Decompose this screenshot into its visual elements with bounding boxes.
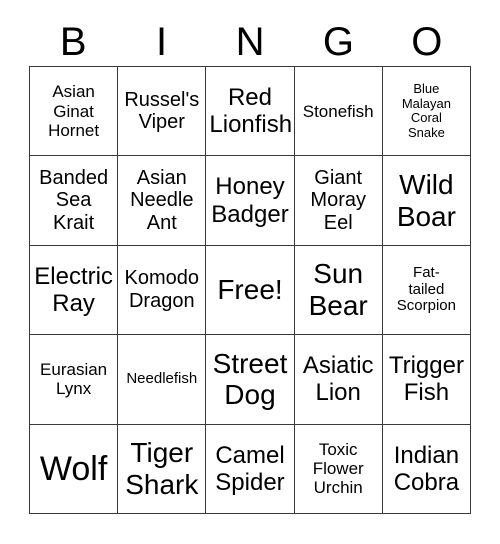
bingo-cell[interactable]: Eurasian Lynx xyxy=(30,335,119,425)
bingo-cell[interactable]: Russel's Viper xyxy=(118,67,207,157)
bingo-cell-label: Trigger Fish xyxy=(388,352,464,407)
bingo-cell-label: Banded Sea Krait xyxy=(39,166,109,234)
bingo-cell-label: Electric Ray xyxy=(34,262,113,317)
bingo-cell[interactable]: Camel Spider xyxy=(206,424,295,514)
bingo-cell-label: Wild Boar xyxy=(396,168,456,232)
bingo-cell-label: Fat- tailed Scorpion xyxy=(396,263,456,315)
bingo-cell-label: Indian Cobra xyxy=(393,441,460,496)
bingo-header-row: B I N G O xyxy=(29,18,471,66)
bingo-cell[interactable]: Banded Sea Krait xyxy=(30,156,119,246)
bingo-cell[interactable]: Tiger Shark xyxy=(118,424,207,514)
bingo-cell[interactable]: Komodo Dragon xyxy=(118,245,207,336)
bingo-cell-label: Asiatic Lion xyxy=(302,352,374,407)
bingo-cell-label: Wolf xyxy=(39,449,108,488)
bingo-cell[interactable]: Trigger Fish xyxy=(382,335,471,425)
bingo-cell-label: Honey Badger xyxy=(211,173,289,228)
bingo-cell[interactable]: Giant Moray Eel xyxy=(294,156,383,246)
bingo-cell-label: Komodo Dragon xyxy=(124,267,200,312)
bingo-cell-label: Toxic Flower Urchin xyxy=(312,439,364,498)
bingo-cell-label: Blue Malayan Coral Snake xyxy=(401,80,451,140)
bingo-cell[interactable]: Free! xyxy=(206,245,295,336)
bingo-cell-label: Tiger Shark xyxy=(125,437,199,500)
bingo-cell[interactable]: Sun Bear xyxy=(294,245,383,336)
bingo-cell[interactable]: Asian Needle Ant xyxy=(118,156,207,246)
bingo-cell[interactable]: Wolf xyxy=(30,424,119,514)
bingo-cell-label: Giant Moray Eel xyxy=(310,166,366,234)
bingo-cell[interactable]: Stonefish xyxy=(294,67,383,157)
bingo-cell-label: Stonefish xyxy=(302,101,374,121)
bingo-cell[interactable]: Electric Ray xyxy=(30,245,119,336)
bingo-cell[interactable]: Blue Malayan Coral Snake xyxy=(382,67,471,157)
bingo-header-letter-i: I xyxy=(156,20,168,64)
bingo-header-letter-o: O xyxy=(411,20,443,64)
bingo-cell[interactable]: Toxic Flower Urchin xyxy=(294,424,383,514)
bingo-cell[interactable]: Asian Ginat Hornet xyxy=(30,67,119,157)
bingo-cell[interactable]: Street Dog xyxy=(206,335,295,425)
bingo-cell-label: Red Lionfish xyxy=(209,84,293,139)
bingo-card: B I N G O Asian Ginat Hornet Russel's Vip… xyxy=(0,0,500,544)
bingo-cell-label: Russel's Viper xyxy=(124,88,200,134)
bingo-cell-label: Free! xyxy=(217,274,283,306)
bingo-cell-label: Asian Needle Ant xyxy=(130,166,194,234)
bingo-cell-label: Asian Ginat Hornet xyxy=(48,82,100,140)
bingo-cell-label: Sun Bear xyxy=(308,258,368,321)
bingo-header-letter-n: N xyxy=(235,20,265,64)
bingo-cell-label: Street Dog xyxy=(212,347,288,411)
bingo-cell[interactable]: Honey Badger xyxy=(206,156,295,246)
bingo-cell[interactable]: Fat- tailed Scorpion xyxy=(382,245,471,336)
bingo-header-letter-g: G xyxy=(322,20,354,64)
bingo-cell[interactable]: Red Lionfish xyxy=(206,67,295,157)
bingo-cell[interactable]: Indian Cobra xyxy=(382,424,471,514)
bingo-grid: Asian Ginat Hornet Russel's Viper Red Lion… xyxy=(29,66,471,514)
bingo-cell-label: Needlefish xyxy=(126,369,198,387)
bingo-cell[interactable]: Asiatic Lion xyxy=(294,335,383,425)
bingo-cell-label: Camel Spider xyxy=(215,441,285,496)
bingo-header-letter-b: B xyxy=(59,20,87,64)
bingo-cell-label: Eurasian Lynx xyxy=(40,360,108,399)
bingo-cell[interactable]: Wild Boar xyxy=(382,156,471,246)
bingo-cell[interactable]: Needlefish xyxy=(118,335,207,425)
